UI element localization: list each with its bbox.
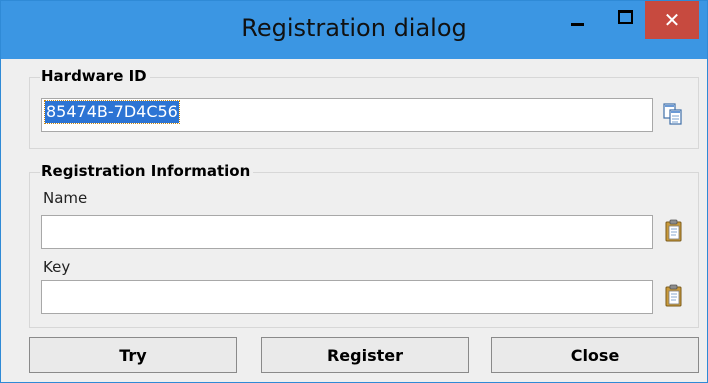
hardware-id-field[interactable]: 85474B-7D4C56 xyxy=(41,98,653,132)
close-button[interactable]: Close xyxy=(491,337,699,373)
key-field[interactable] xyxy=(41,280,653,314)
key-label: Key xyxy=(43,258,71,276)
minimize-button[interactable] xyxy=(557,1,597,37)
paste-key-icon[interactable] xyxy=(663,284,685,308)
hardware-id-group-title: Hardware ID xyxy=(40,67,150,85)
name-field[interactable] xyxy=(41,215,653,249)
title-bar[interactable]: Registration dialog ✕ xyxy=(1,1,707,59)
copy-icon[interactable] xyxy=(662,102,684,126)
close-icon: ✕ xyxy=(663,8,681,32)
try-button[interactable]: Try xyxy=(29,337,237,373)
hardware-id-value: 85474B-7D4C56 xyxy=(44,100,180,124)
minimize-icon xyxy=(570,22,584,26)
maximize-button[interactable] xyxy=(605,1,645,37)
paste-name-icon[interactable] xyxy=(663,219,685,243)
close-window-button[interactable]: ✕ xyxy=(645,1,699,39)
registration-information-group-title: Registration Information xyxy=(40,162,254,180)
register-button[interactable]: Register xyxy=(261,337,469,373)
registration-window: Registration dialog ✕ Hardware ID 85474B… xyxy=(0,0,708,383)
name-label: Name xyxy=(43,189,88,207)
maximize-icon xyxy=(617,10,633,24)
window-title: Registration dialog xyxy=(241,14,467,42)
